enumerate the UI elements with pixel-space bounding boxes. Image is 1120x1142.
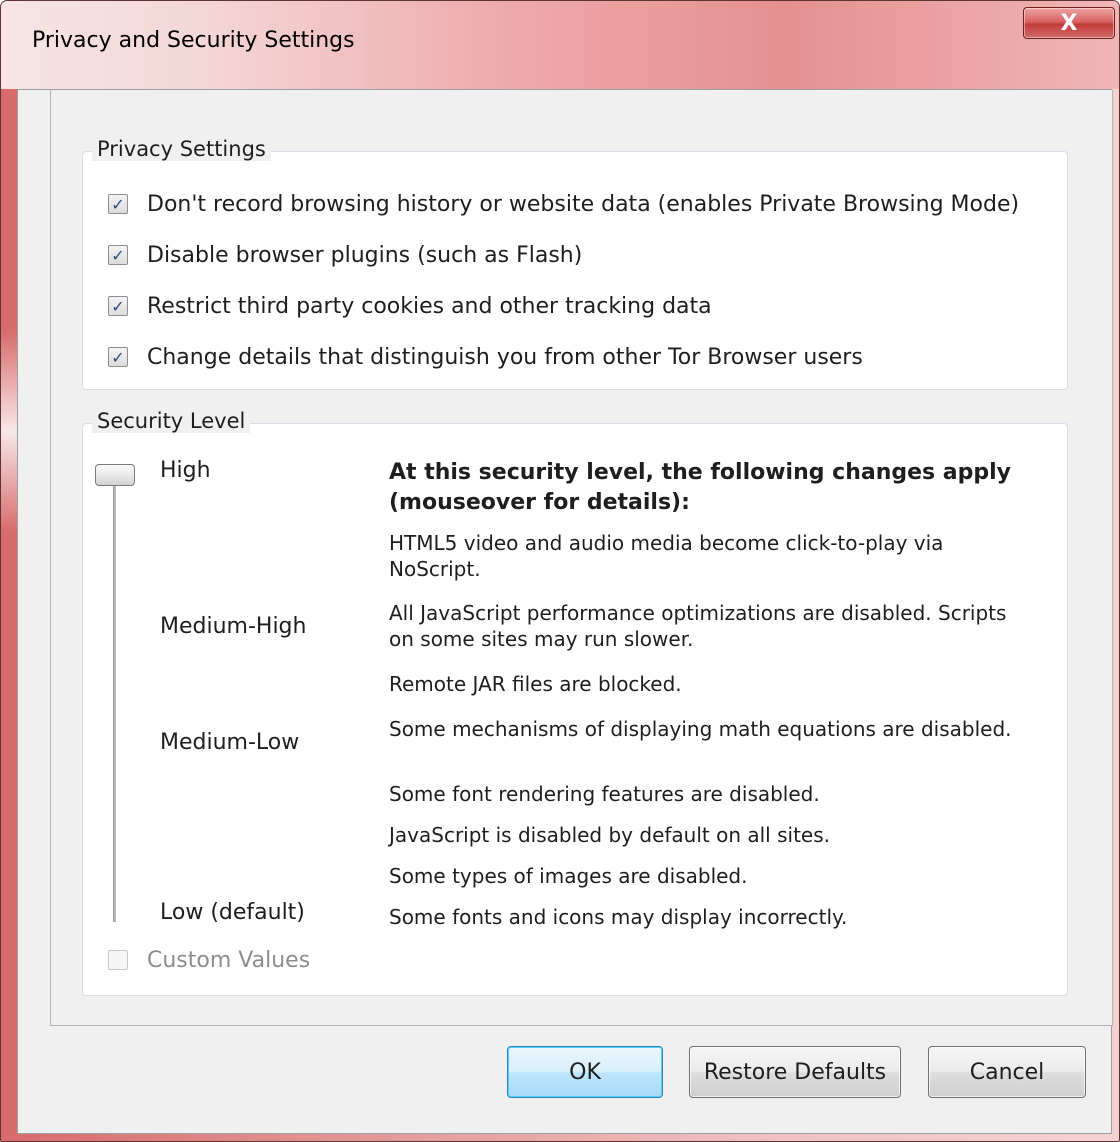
option-label: Restrict third party cookies and other t… [147, 293, 712, 319]
private-browsing-checkbox[interactable]: ✓ [108, 194, 128, 214]
security-level-legend: Security Level [92, 409, 251, 433]
close-button[interactable]: X [1023, 7, 1115, 39]
change-item[interactable]: All JavaScript performance optimizations… [389, 600, 1029, 652]
option-private-browsing[interactable]: ✓ Don't record browsing history or websi… [108, 189, 1019, 219]
custom-values-option: Custom Values [108, 945, 310, 975]
change-item[interactable]: HTML5 video and audio media become click… [389, 530, 1029, 582]
security-slider-track[interactable] [113, 476, 116, 922]
cancel-button[interactable]: Cancel [928, 1046, 1086, 1098]
security-level-group: Security Level High Medium-High Medium-L… [82, 409, 1068, 996]
option-label: Disable browser plugins (such as Flash) [147, 242, 583, 268]
restore-defaults-button[interactable]: Restore Defaults [689, 1046, 901, 1098]
fingerprinting-checkbox[interactable]: ✓ [108, 347, 128, 367]
option-restrict-cookies[interactable]: ✓ Restrict third party cookies and other… [108, 291, 712, 321]
close-icon: X [1060, 10, 1078, 36]
privacy-settings-legend: Privacy Settings [92, 137, 271, 161]
dialog-client-area: Privacy Settings ✓ Don't record browsing… [17, 89, 1113, 1134]
ok-button[interactable]: OK [507, 1046, 663, 1098]
security-description-title: At this security level, the following ch… [389, 460, 1012, 515]
restrict-cookies-checkbox[interactable]: ✓ [108, 296, 128, 316]
privacy-settings-group: Privacy Settings ✓ Don't record browsing… [82, 137, 1068, 390]
security-slider-thumb[interactable] [95, 464, 135, 486]
change-item[interactable]: Some font rendering features are disable… [389, 781, 1029, 807]
settings-panel: Privacy Settings ✓ Don't record browsing… [50, 90, 1113, 1026]
option-label: Don't record browsing history or website… [147, 191, 1020, 217]
level-medium-high[interactable]: Medium-High [160, 614, 306, 639]
change-item[interactable]: Some types of images are disabled. [389, 863, 1029, 889]
level-low-default[interactable]: Low (default) [160, 900, 305, 925]
change-item[interactable]: Remote JAR files are blocked. [389, 671, 1029, 697]
disable-plugins-checkbox[interactable]: ✓ [108, 245, 128, 265]
custom-values-label: Custom Values [147, 947, 311, 973]
change-item[interactable]: JavaScript is disabled by default on all… [389, 822, 1029, 848]
custom-values-checkbox [108, 950, 128, 970]
option-disable-plugins[interactable]: ✓ Disable browser plugins (such as Flash… [108, 240, 582, 270]
option-fingerprinting[interactable]: ✓ Change details that distinguish you fr… [108, 342, 863, 372]
level-high[interactable]: High [160, 458, 211, 483]
window-title: Privacy and Security Settings [32, 28, 355, 53]
level-medium-low[interactable]: Medium-Low [160, 730, 299, 755]
option-label: Change details that distinguish you from… [147, 344, 863, 370]
change-item[interactable]: Some fonts and icons may display incorre… [389, 904, 1029, 930]
title-bar[interactable]: Privacy and Security Settings X [1, 1, 1119, 89]
change-item[interactable]: Some mechanisms of displaying math equat… [389, 716, 1029, 742]
dialog-window: Privacy and Security Settings X Privacy … [0, 0, 1120, 1142]
frame-highlight [1, 331, 17, 531]
